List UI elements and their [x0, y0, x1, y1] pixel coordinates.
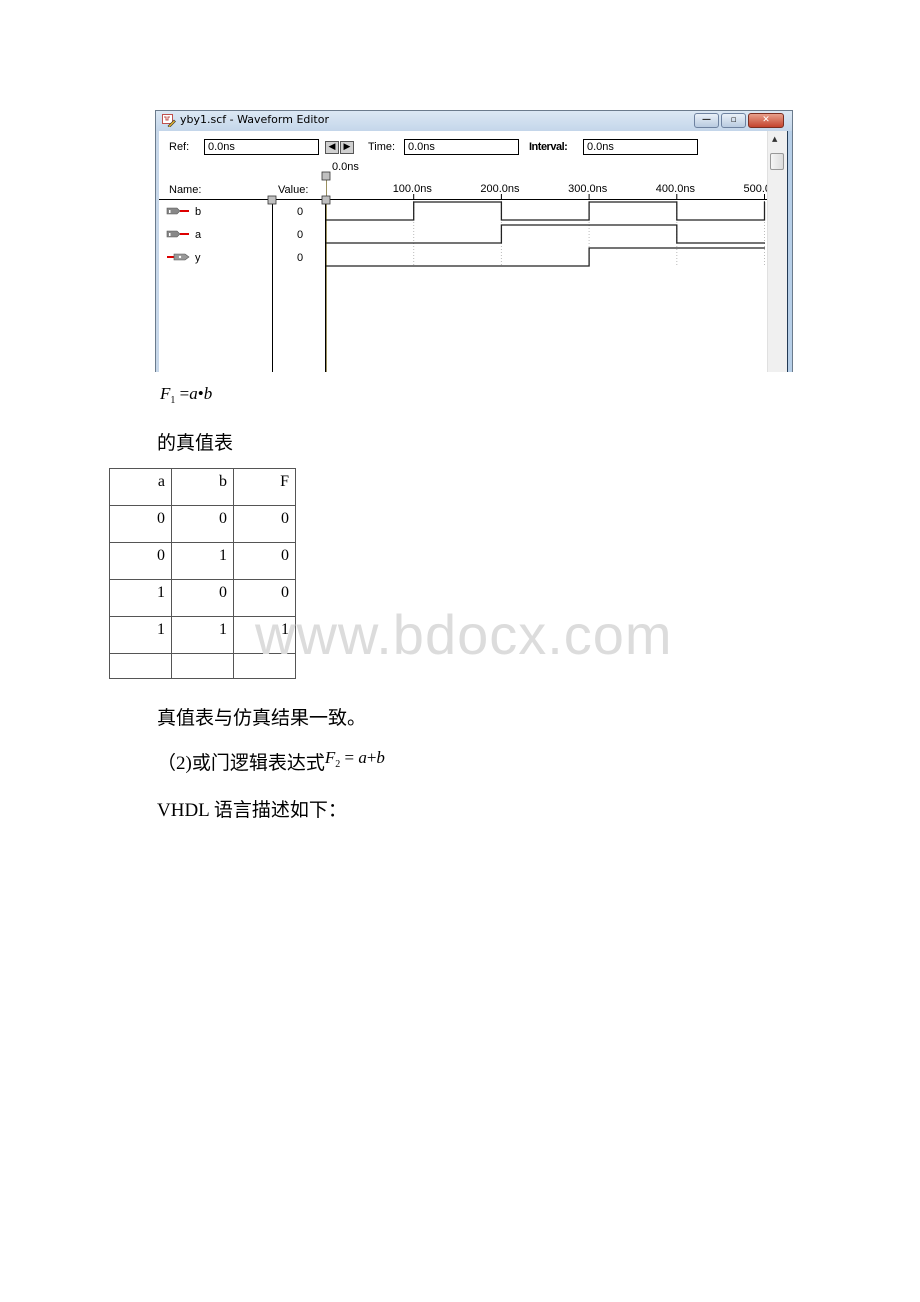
formula-subscript: 2	[335, 759, 341, 770]
waveform-canvas[interactable]: 0.0ns Name: Value: 100.0ns 200.0ns 300.0ns…	[159, 131, 767, 372]
close-icon: ✕	[762, 115, 770, 125]
formula-or: F2 = a+b	[324, 748, 385, 770]
output-pin-icon	[167, 253, 190, 261]
table-row: 000	[109, 505, 296, 543]
title-bar[interactable]: yby1.scf - Waveform Editor — ▫ ✕	[156, 111, 792, 131]
formula-operator: +	[366, 748, 377, 767]
conclusion-text: 真值表与仿真结果一致。	[157, 708, 367, 729]
scroll-up-icon[interactable]: ▲	[772, 135, 777, 143]
signal-name: y	[195, 252, 201, 264]
signal-waveform-y	[326, 247, 765, 267]
table-row: 010	[109, 542, 296, 580]
vhdl-intro-text: VHDL 语言描述如下：	[157, 800, 347, 821]
time-tick-label: 300.0ns	[568, 183, 608, 195]
maximize-button[interactable]: ▫	[721, 113, 746, 128]
value-column-header: Value:	[278, 184, 308, 196]
table-cell: 1	[171, 542, 234, 580]
window-title: yby1.scf - Waveform Editor	[180, 113, 329, 126]
wave-column-handle	[321, 195, 331, 205]
name-column-header: Name:	[169, 184, 201, 196]
watermark: www.bdocx.com	[255, 603, 673, 666]
formula-lhs: F	[324, 748, 336, 767]
table-cell: 0	[171, 505, 234, 543]
table-header-row: abF	[109, 468, 296, 506]
signal-value: 0	[297, 206, 303, 218]
table-cell: 1	[171, 616, 234, 654]
table-cell: 1	[109, 616, 172, 654]
column-resize-handle	[267, 195, 277, 205]
table-cell	[171, 653, 234, 679]
formula-equals: =	[344, 748, 355, 767]
signal-value: 0	[297, 229, 303, 241]
cursor-time-label: 0.0ns	[332, 161, 359, 173]
input-pin-icon	[166, 207, 189, 215]
table-cell: 0	[109, 505, 172, 543]
table-cell: b	[171, 468, 234, 506]
maximize-icon: ▫	[730, 115, 737, 125]
formula-and: F1 =a•b	[160, 384, 212, 406]
section-2-heading: （2)或门逻辑表达式F2 = a+b	[157, 748, 385, 776]
time-tick-label: 200.0ns	[480, 183, 520, 195]
minimize-button[interactable]: —	[694, 113, 719, 128]
table-cell: a	[109, 468, 172, 506]
minimize-icon: —	[702, 115, 711, 125]
table-cell: F	[233, 468, 296, 506]
input-pin-icon	[166, 230, 189, 238]
table-cell	[109, 653, 172, 679]
window-right-border	[787, 131, 792, 372]
section-2-text: （2)或门逻辑表达式	[157, 753, 325, 774]
time-tick-label: 400.0ns	[656, 183, 696, 195]
signal-waveform-b	[326, 201, 766, 221]
formula-subscript: 1	[170, 395, 176, 406]
truth-table-caption: 的真值表	[157, 433, 234, 454]
waveform-file-icon	[162, 114, 176, 127]
signal-name: b	[195, 206, 201, 218]
formula-var-a: a	[358, 748, 367, 767]
formula-var-b: b	[203, 384, 213, 403]
time-tick-label: 100.0ns	[393, 183, 433, 195]
vertical-scrollbar[interactable]: ▲	[767, 131, 787, 372]
signal-value: 0	[297, 252, 303, 264]
close-button[interactable]: ✕	[748, 113, 784, 128]
table-cell: 0	[233, 505, 296, 543]
formula-var-b: b	[376, 748, 385, 767]
table-cell: 1	[109, 579, 172, 617]
signal-waveform-a	[326, 224, 765, 244]
formula-var-a: a	[189, 384, 198, 403]
signal-name: a	[195, 229, 202, 241]
waveform-client-area: Ref: 0.0ns ◀ ▶ Time: 0.0ns Interval: 0.0…	[159, 131, 787, 372]
table-cell: 0	[171, 579, 234, 617]
table-cell: 0	[233, 542, 296, 580]
scrollbar-thumb[interactable]	[770, 153, 784, 170]
formula-lhs: F	[160, 384, 171, 403]
formula-equals: =	[179, 384, 190, 403]
time-tick-label: 500.0ns	[744, 183, 768, 195]
table-cell: 0	[109, 542, 172, 580]
waveform-editor-window: yby1.scf - Waveform Editor — ▫ ✕ Ref: 0.…	[155, 110, 793, 372]
time-cursor-handle	[321, 171, 331, 181]
